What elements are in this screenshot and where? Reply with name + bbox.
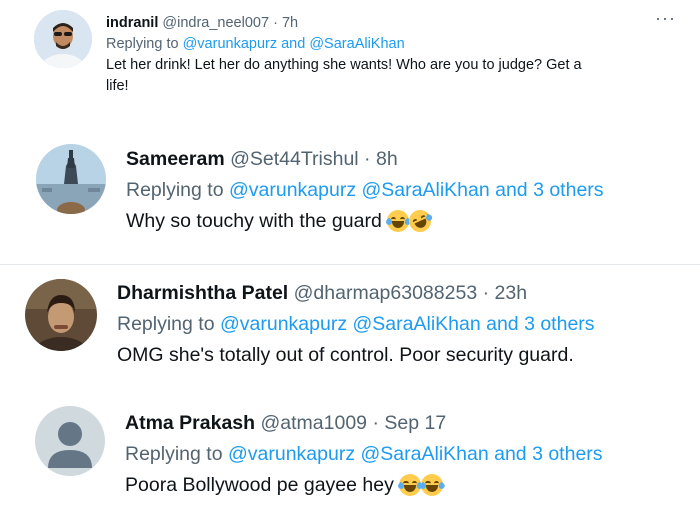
avatar-dharmishtha-patel[interactable] [25, 279, 97, 351]
handle[interactable]: @Set44Trishul [230, 148, 359, 170]
display-name[interactable]: Dharmishtha Patel [117, 282, 288, 304]
display-name[interactable]: Sameeram [126, 148, 225, 170]
handle[interactable]: @dharmap63088253 [294, 282, 478, 304]
avatar-atma-prakash[interactable] [35, 406, 105, 476]
replying-to-label: Replying to [117, 313, 215, 335]
tweet-atma-prakash[interactable]: Atma Prakash @atma1009 · Sep 17 Replying… [0, 394, 700, 514]
profile-photo-icon [36, 144, 106, 214]
separator: · [273, 15, 278, 31]
timestamp[interactable]: Sep 17 [384, 412, 446, 434]
tweet-dharmishtha-patel[interactable]: Dharmishtha Patel @dharmap63088253 · 23h… [0, 266, 700, 391]
tweet-indranil[interactable]: indranil @indra_neel007 · 7h Replying to… [0, 0, 700, 120]
more-icon[interactable]: ··· [655, 8, 676, 29]
display-name[interactable]: indranil [106, 15, 158, 31]
tweet-text-row: Poora Bollywood pe gayee hey [125, 470, 690, 501]
replying-to-links[interactable]: @varunkapurz @SaraAliKhan and 3 others [228, 443, 603, 465]
replying-to-links[interactable]: @varunkapurz @SaraAliKhan and 3 others [220, 313, 595, 335]
handle[interactable]: @indra_neel007 [162, 15, 269, 31]
display-name[interactable]: Atma Prakash [125, 412, 255, 434]
replying-to-links[interactable]: @varunkapurz @SaraAliKhan and 3 others [229, 179, 604, 201]
tweet-text-line-1: Let her drink! Let her do anything she w… [106, 57, 582, 73]
tweet-text-row: Why so touchy with the guard [126, 206, 686, 237]
replying-to-label: Replying to [125, 443, 223, 465]
divider [0, 264, 700, 265]
tweet-text: OMG she's totally out of control. Poor s… [117, 344, 574, 366]
separator: · [364, 148, 371, 170]
tweet-text-line-2: life! [106, 78, 129, 94]
timestamp[interactable]: 23h [495, 282, 528, 304]
face-with-tears-of-joy-emoji [396, 474, 424, 496]
replying-to-label: Replying to [106, 36, 179, 52]
face-with-tears-of-joy-emoji [418, 474, 446, 496]
handle[interactable]: @atma1009 [261, 412, 368, 434]
avatar-indranil[interactable] [34, 10, 92, 68]
tweet-text: Why so touchy with the guard [126, 210, 382, 232]
face-with-tears-of-joy-emoji [384, 210, 412, 232]
tweet-text: Poora Bollywood pe gayee hey [125, 474, 394, 496]
timestamp[interactable]: 8h [376, 148, 398, 170]
avatar-sameeram[interactable] [36, 144, 106, 214]
separator: · [482, 282, 490, 304]
profile-photo-icon [34, 10, 92, 68]
replying-to-links[interactable]: @varunkapurz and @SaraAliKhan [183, 36, 405, 52]
separator: · [372, 412, 379, 434]
timestamp[interactable]: 7h [282, 15, 298, 31]
replying-to-label: Replying to [126, 179, 224, 201]
default-profile-icon [35, 406, 105, 476]
rolling-on-floor-laughing-emoji [405, 206, 435, 236]
tweet-text: Let her drink! Let her do anything she w… [106, 55, 676, 97]
tweet-sameeram[interactable]: Sameeram @Set44Trishul · 8h Replying to … [0, 130, 700, 255]
profile-photo-icon [25, 279, 97, 351]
